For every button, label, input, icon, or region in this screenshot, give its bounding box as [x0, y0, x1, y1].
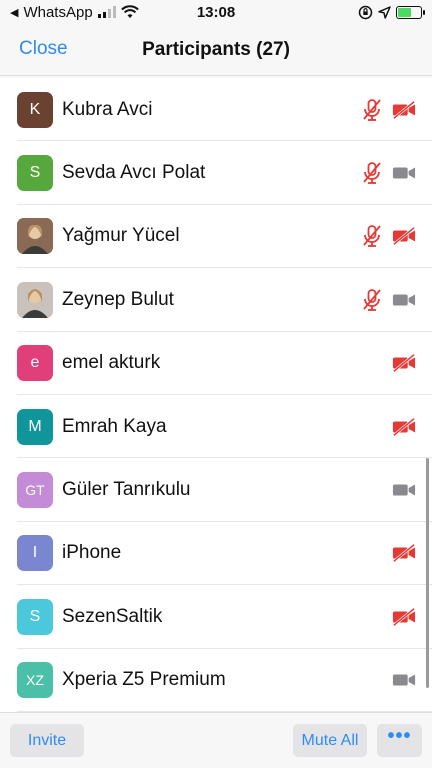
participant-status-icons	[392, 668, 416, 692]
video-icon	[392, 288, 416, 312]
participant-row[interactable]: K Kubra Avci	[0, 78, 432, 142]
participant-list[interactable]: K Kubra Avci S Sevda Avcı Polat Yağmur Yücel…	[0, 78, 432, 712]
status-bar-left: ◀ WhatsApp	[10, 4, 139, 21]
video-off-icon	[392, 98, 416, 122]
video-off-icon	[392, 351, 416, 375]
avatar-photo	[17, 281, 53, 318]
participant-row[interactable]: XZ Xperia Z5 Premium	[0, 649, 432, 712]
mic-off-icon	[360, 161, 384, 185]
avatar: M	[17, 408, 53, 445]
participant-row[interactable]: IiPhone	[0, 522, 432, 586]
video-icon	[392, 668, 416, 692]
participant-status-icons	[360, 288, 416, 312]
participant-name: iPhone	[62, 542, 122, 564]
participant-status-icons	[360, 161, 416, 185]
participant-status-icons	[360, 224, 416, 248]
wifi-icon	[120, 5, 139, 18]
participant-name: Emrah Kaya	[62, 415, 167, 437]
mic-off-icon	[360, 98, 384, 122]
participant-name: Xperia Z5 Premium	[62, 669, 226, 691]
participant-name: Yağmur Yücel	[62, 225, 180, 247]
participant-row[interactable]: Yağmur Yücel	[0, 205, 432, 269]
close-button[interactable]: Close	[19, 38, 68, 60]
participant-name: Sevda Avcı Polat	[62, 162, 206, 184]
participant-row[interactable]: Zeynep Bulut	[0, 268, 432, 332]
header: Close Participants (27)	[0, 24, 432, 76]
participant-status-icons	[392, 351, 416, 375]
avatar: S	[17, 155, 53, 192]
video-icon	[392, 478, 416, 502]
avatar: GT	[17, 472, 53, 509]
page-title: Participants (27)	[142, 38, 290, 60]
status-bar: ◀ WhatsApp 13:08	[0, 0, 432, 24]
video-off-icon	[392, 415, 416, 439]
mute-all-button[interactable]: Mute All	[293, 724, 367, 757]
video-off-icon	[392, 224, 416, 248]
avatar: K	[17, 91, 53, 128]
avatar: XZ	[17, 662, 53, 699]
orientation-lock-icon	[358, 5, 373, 19]
participant-name: SezenSaltik	[62, 605, 163, 627]
participant-row[interactable]: M Emrah Kaya	[0, 395, 432, 459]
status-bar-right	[358, 5, 425, 20]
participant-row[interactable]: e emel akturk	[0, 332, 432, 396]
cellular-signal-icon	[97, 6, 116, 18]
back-app-label[interactable]: WhatsApp	[23, 4, 92, 21]
participant-row[interactable]: GT Güler Tanrıkulu	[0, 458, 432, 523]
more-options-button[interactable]: •••	[377, 724, 422, 757]
participant-row[interactable]: S Sevda Avcı Polat	[0, 141, 432, 206]
avatar: S	[17, 598, 53, 635]
mic-off-icon	[360, 224, 384, 248]
avatar: e	[17, 345, 53, 382]
avatar-photo	[17, 218, 53, 255]
invite-button[interactable]: Invite	[10, 724, 84, 757]
video-icon	[392, 161, 416, 185]
participant-name: Kubra Avci	[62, 98, 153, 120]
bottom-bar: Invite Mute All •••	[0, 712, 432, 768]
video-off-icon	[392, 605, 416, 629]
participant-status-icons	[360, 98, 416, 122]
status-time: 13:08	[196, 3, 236, 21]
participant-name: Güler Tanrıkulu	[62, 479, 191, 501]
participant-status-icons	[392, 541, 416, 565]
participant-row[interactable]: S SezenSaltik	[0, 585, 432, 649]
battery-icon	[396, 5, 425, 19]
avatar: I	[17, 535, 53, 572]
scrollbar[interactable]	[426, 458, 429, 688]
participant-status-icons	[392, 415, 416, 439]
participant-name: Zeynep Bulut	[62, 288, 174, 310]
participant-status-icons	[392, 605, 416, 629]
participant-status-icons	[392, 478, 416, 502]
participant-name: emel akturk	[62, 352, 161, 374]
back-arrow-icon[interactable]: ◀	[10, 6, 18, 19]
location-icon	[378, 5, 391, 19]
video-off-icon	[392, 541, 416, 565]
mic-off-icon	[360, 288, 384, 312]
